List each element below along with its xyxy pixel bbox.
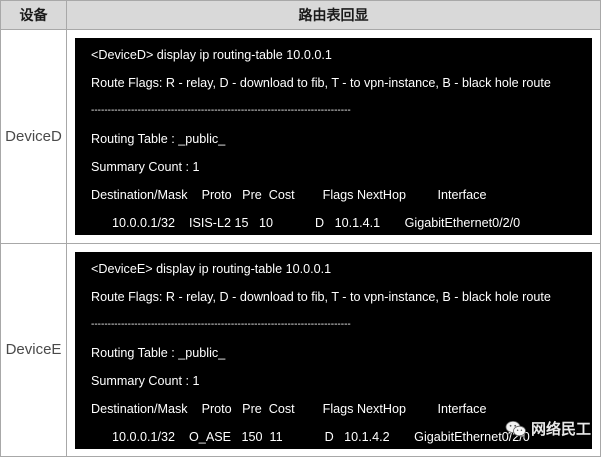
routing-table-comparison: 设备 路由表回显 DeviceD <DeviceD> display ip ro… — [0, 0, 601, 457]
terminal-line: Routing Table : _public_ — [91, 345, 226, 360]
table-row: DeviceD <DeviceD> display ip routing-tab… — [0, 29, 601, 244]
watermark: 网络民工 — [505, 418, 591, 439]
output-column-header: 路由表回显 — [66, 0, 601, 30]
terminal-line: Destination/Mask Proto Pre Cost Flags Ne… — [91, 188, 487, 203]
device-column-header: 设备 — [0, 0, 67, 30]
terminal-line: Summary Count : 1 — [91, 160, 200, 175]
device-name: DeviceD — [0, 29, 67, 244]
terminal-output-deviced: <DeviceD> display ip routing-table 10.0.… — [75, 38, 592, 236]
header-row: 设备 路由表回显 — [0, 0, 601, 30]
terminal-separator: ----------------------------------------… — [91, 318, 351, 330]
wechat-icon — [505, 420, 527, 438]
terminal-line: Route Flags: R - relay, D - download to … — [91, 289, 551, 304]
terminal-line: <DeviceD> display ip routing-table 10.0.… — [91, 48, 332, 63]
terminal-line: Summary Count : 1 — [91, 373, 200, 388]
device-name: DeviceE — [0, 242, 67, 457]
watermark-text: 网络民工 — [530, 421, 591, 438]
terminal-line: Route Flags: R - relay, D - download to … — [91, 76, 551, 91]
terminal-line: 10.0.0.1/32 ISIS-L2 15 10 D 10.1.4.1 Gig… — [91, 216, 521, 231]
terminal-line: Routing Table : _public_ — [91, 132, 226, 147]
terminal-separator: ----------------------------------------… — [91, 105, 351, 117]
terminal-line: <DeviceE> display ip routing-table 10.0.… — [91, 261, 332, 276]
